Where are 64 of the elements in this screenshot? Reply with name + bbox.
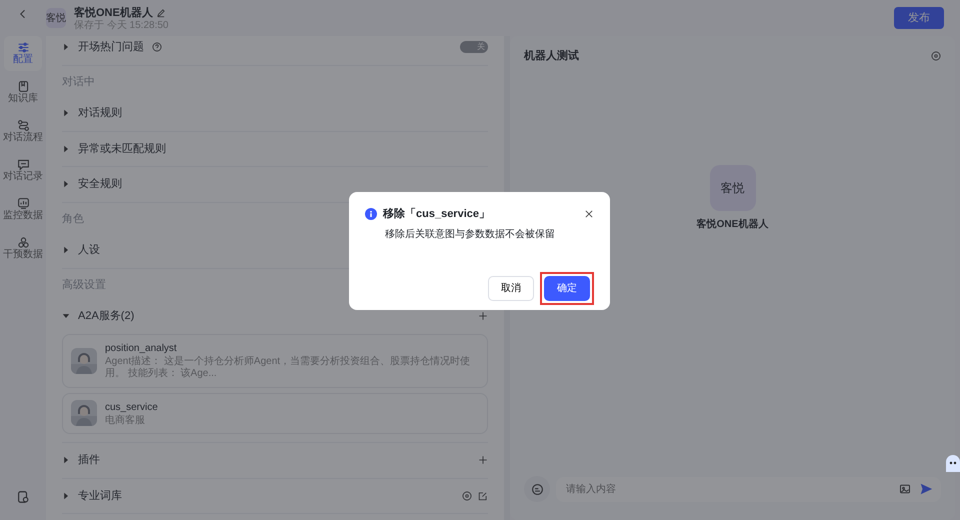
caret-down-icon[interactable] <box>62 312 70 320</box>
row-label[interactable]: 安全规则 <box>78 176 122 192</box>
settings-icon[interactable] <box>462 490 472 501</box>
circles-icon <box>16 236 30 249</box>
caret-right-icon[interactable] <box>62 246 70 254</box>
close-icon[interactable] <box>584 209 594 220</box>
agent-description: 电商客服 <box>105 414 146 427</box>
row-label[interactable]: 异常或未匹配规则 <box>78 140 166 157</box>
chat-icon <box>16 158 30 171</box>
row-label[interactable]: A2A服务(2) <box>78 308 134 324</box>
nav-item[interactable]: 对话记录 <box>4 153 42 188</box>
message-field[interactable]: 请输入内容 <box>564 480 891 498</box>
row-label[interactable]: 人设 <box>78 242 100 258</box>
bot-name: 客悦ONE机器人 <box>696 217 768 232</box>
agent-name: position_analyst <box>105 342 178 356</box>
sliders-icon <box>16 41 30 54</box>
row-label[interactable]: 对话规则 <box>78 105 122 122</box>
edit-icon[interactable] <box>478 490 488 501</box>
flow-icon <box>16 119 30 132</box>
panel-title: 机器人测试 <box>524 48 579 64</box>
cancel-button[interactable]: 取消 <box>488 276 534 300</box>
section-title: 高级设置 <box>62 278 106 290</box>
caret-right-icon[interactable] <box>62 456 70 464</box>
nav-item[interactable]: 对话流程 <box>4 114 42 149</box>
plus-icon[interactable] <box>478 311 488 322</box>
caret-right-icon[interactable] <box>62 109 70 118</box>
dialog-message: 移除后关联意图与参数数据不会被保留 <box>385 228 556 242</box>
document-settings-icon[interactable] <box>16 490 30 504</box>
agent-card[interactable]: cus_service 电商客服 <box>62 392 488 434</box>
plus-icon[interactable] <box>478 455 488 466</box>
section-title: 对话中 <box>62 76 95 88</box>
send-icon[interactable] <box>919 482 933 496</box>
row-label[interactable]: 专业词库 <box>78 488 122 504</box>
caret-right-icon[interactable] <box>62 492 70 500</box>
confirm-button[interactable]: 确定 <box>544 276 590 300</box>
bot-title: 客悦ONE机器人 <box>74 6 153 20</box>
broom-icon <box>530 482 544 496</box>
nav-item[interactable]: 干预数据 <box>4 231 42 266</box>
section-title: 角色 <box>62 212 84 224</box>
agent-card[interactable]: position_analyst Agent描述： 这是一个持仓分析师Agent，当需要分析投资组合、股票持仓情况时使用。 技能列表： 该Age... <box>62 334 488 388</box>
row-label: 开场热门问题 <box>78 40 144 55</box>
settings-icon[interactable] <box>931 51 941 62</box>
nav-item[interactable]: 监控数据 <box>4 192 42 227</box>
caret-right-icon <box>62 43 70 52</box>
dialog-title: 移除「cus_service」 <box>383 206 490 222</box>
mascot-icon[interactable] <box>944 452 960 474</box>
edit-icon[interactable] <box>156 8 166 18</box>
chart-icon <box>16 197 30 210</box>
agent-description: Agent描述： 这是一个持仓分析师Agent，当需要分析投资组合、股票持仓情况时使用。 技能列表： 该Age... <box>105 356 472 380</box>
caret-right-icon[interactable] <box>62 180 70 188</box>
book-icon <box>16 80 30 93</box>
row-label[interactable]: 插件 <box>78 452 100 468</box>
nav-item[interactable]: 知识库 <box>4 75 42 110</box>
clear-chat-button[interactable] <box>524 476 550 502</box>
bot-avatar: 客悦 <box>710 164 756 210</box>
help-icon <box>152 42 162 52</box>
agent-name: cus_service <box>105 400 158 414</box>
publish-button[interactable]: 发布 <box>894 6 944 30</box>
caret-right-icon[interactable] <box>62 144 70 153</box>
image-icon[interactable] <box>899 483 911 495</box>
nav-item[interactable]: 配置 <box>4 36 42 71</box>
message-input-box[interactable]: 请输入内容 <box>556 476 941 502</box>
bot-avatar: 客悦 <box>46 8 66 28</box>
info-icon <box>365 208 377 220</box>
